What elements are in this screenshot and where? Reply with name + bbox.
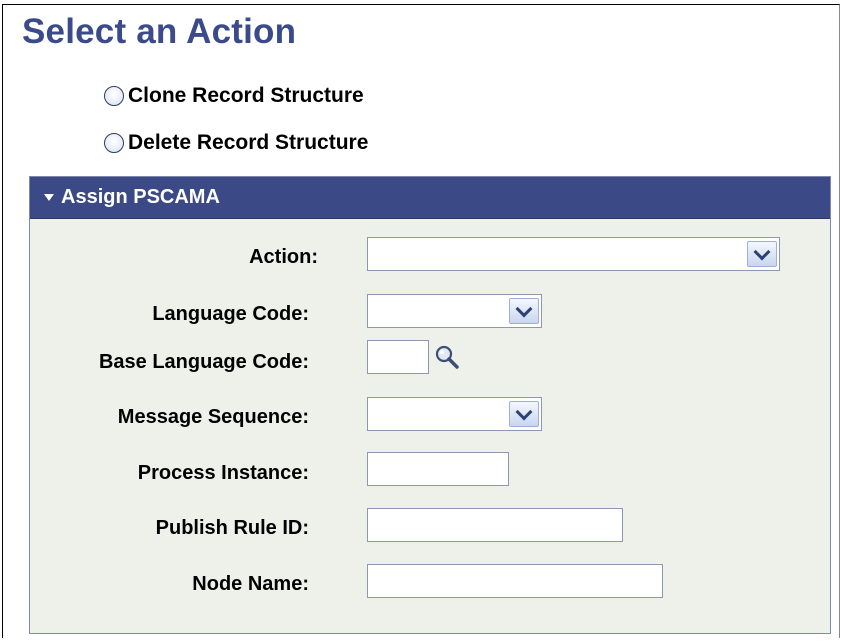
radio-label: Clone Record Structure <box>128 84 364 107</box>
triangle-down-icon[interactable] <box>44 194 54 201</box>
dropdown-button[interactable] <box>509 298 539 324</box>
language-code-select[interactable] <box>367 294 542 328</box>
chevron-down-icon <box>515 300 533 317</box>
node-name-label: Node Name: <box>192 573 309 595</box>
language-code-label: Language Code: <box>152 303 309 325</box>
panel-title: Assign PSCAMA <box>61 186 220 208</box>
panel-header[interactable]: Assign PSCAMA <box>30 177 830 219</box>
message-sequence-label: Message Sequence: <box>117 406 309 428</box>
radio-delete-record-structure[interactable]: Delete Record Structure <box>104 131 368 155</box>
chevron-down-icon <box>515 403 533 420</box>
node-name-input[interactable] <box>367 564 663 598</box>
publish-rule-id-input[interactable] <box>367 508 623 542</box>
base-language-code-input[interactable] <box>367 340 429 374</box>
page-title: Select an Action <box>22 12 297 51</box>
publish-rule-id-label: Publish Rule ID: <box>155 517 309 539</box>
radio-label: Delete Record Structure <box>128 131 369 154</box>
action-label: Action: <box>249 246 318 268</box>
chevron-down-icon <box>753 243 771 260</box>
base-language-code-label: Base Language Code: <box>98 351 309 373</box>
dropdown-button[interactable] <box>747 241 777 267</box>
radio-clone-record-structure[interactable]: Clone Record Structure <box>104 84 364 108</box>
dropdown-button[interactable] <box>509 401 539 427</box>
magnifier-icon[interactable] <box>433 342 461 372</box>
radio-button[interactable] <box>104 86 124 106</box>
action-select[interactable] <box>367 237 780 271</box>
process-instance-label: Process Instance: <box>137 462 309 484</box>
message-sequence-select[interactable] <box>367 397 542 431</box>
process-instance-input[interactable] <box>367 452 509 486</box>
radio-button[interactable] <box>104 133 124 153</box>
